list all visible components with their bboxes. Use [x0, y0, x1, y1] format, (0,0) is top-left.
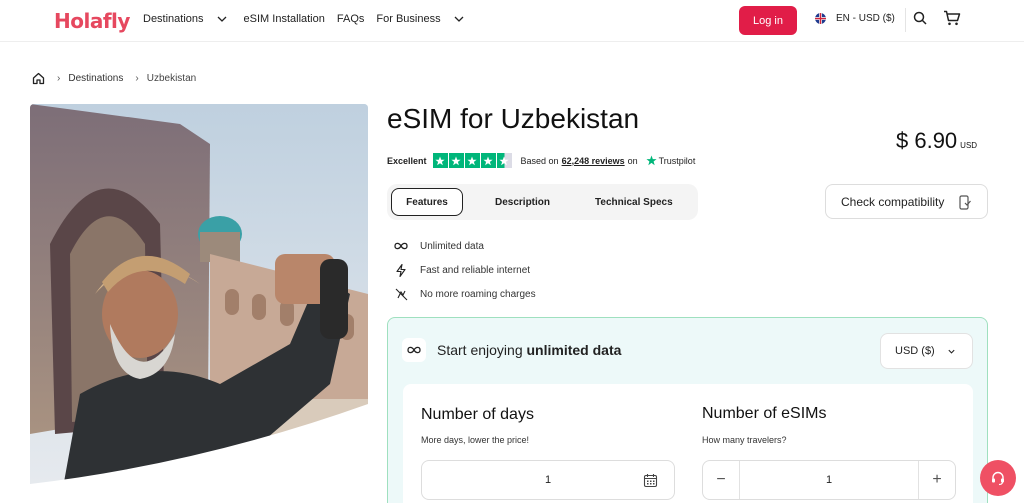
- main-nav: Destinations eSIM Installation FAQs For …: [143, 13, 477, 25]
- trustpilot-rating: Excellent Based on 62,248 reviews on Tru…: [387, 153, 695, 168]
- phone-check-icon: [959, 195, 971, 210]
- feature-label: No more roaming charges: [420, 288, 536, 300]
- nav-for-business[interactable]: For Business: [376, 13, 464, 25]
- feature-list: Unlimited data Fast and reliable interne…: [394, 234, 536, 306]
- rating-stars: [432, 153, 513, 168]
- search-icon[interactable]: [913, 11, 927, 25]
- tab-features[interactable]: Features: [391, 188, 463, 216]
- tab-technical-specs[interactable]: Technical Specs: [595, 188, 673, 216]
- no-roaming-icon: [395, 288, 407, 300]
- currency-select-value: USD ($): [895, 345, 935, 357]
- infinity-icon: [407, 346, 421, 354]
- days-input[interactable]: 1: [421, 460, 675, 500]
- price-currency: USD: [960, 141, 978, 150]
- header-divider: [905, 8, 906, 32]
- lightning-icon: [396, 263, 406, 277]
- feature-item: No more roaming charges: [394, 282, 536, 306]
- esims-value[interactable]: 1: [740, 474, 918, 486]
- check-compatibility-label: Check compatibility: [841, 194, 945, 209]
- calendar-icon[interactable]: [643, 473, 658, 488]
- increment-button[interactable]: +: [919, 461, 955, 499]
- esims-stepper: − 1 +: [702, 460, 956, 500]
- feature-label: Unlimited data: [420, 240, 484, 252]
- reviews-link[interactable]: 62,248 reviews: [562, 156, 625, 166]
- trustpilot-label: Trustpilot: [658, 155, 696, 166]
- nav-destinations-label: Destinations: [143, 13, 204, 25]
- infinity-icon: [394, 242, 408, 250]
- brand-logo[interactable]: Holafly: [54, 9, 130, 33]
- feature-label: Fast and reliable internet: [420, 264, 531, 276]
- uk-flag-icon: [815, 13, 826, 24]
- plan-title-bold: unlimited data: [526, 342, 622, 358]
- on-text: on: [627, 155, 638, 166]
- star-icon: [480, 153, 496, 168]
- nav-esim-installation-label: eSIM Installation: [243, 13, 325, 25]
- traveler-photo: [30, 104, 368, 503]
- tab-description[interactable]: Description: [495, 188, 550, 216]
- headset-icon: [992, 471, 1004, 486]
- product-title: eSIM for Uzbekistan: [387, 103, 640, 134]
- days-heading: Number of days: [421, 406, 534, 423]
- login-button[interactable]: Log in: [739, 6, 797, 35]
- half-star-icon: [496, 153, 512, 168]
- esims-heading: Number of eSIMs: [702, 405, 827, 422]
- decrement-button[interactable]: −: [703, 461, 739, 499]
- nav-destinations[interactable]: Destinations: [143, 13, 228, 25]
- chevron-down-icon: [217, 16, 227, 22]
- language-selector[interactable]: EN - USD ($): [815, 13, 895, 24]
- top-header: Holafly Destinations eSIM Installation F…: [0, 0, 1024, 42]
- language-label: EN - USD ($): [836, 13, 895, 24]
- price-value: $ 6.90: [896, 128, 958, 153]
- cart-icon[interactable]: [943, 10, 961, 26]
- trustpilot-logo[interactable]: Trustpilot: [646, 155, 696, 166]
- support-chat-button[interactable]: [980, 460, 1016, 496]
- feature-item: Fast and reliable internet: [394, 258, 536, 282]
- days-value: 1: [544, 474, 552, 486]
- based-on-text: Based on: [520, 155, 559, 166]
- feature-item: Unlimited data: [394, 234, 536, 258]
- chevron-down-icon: [948, 349, 955, 354]
- plan-icon: [402, 338, 426, 362]
- days-subtitle: More days, lower the price!: [421, 435, 530, 445]
- breadcrumb: › Destinations › Uzbekistan: [32, 72, 196, 85]
- rating-label: Excellent: [387, 155, 427, 166]
- chevron-right-icon: ›: [57, 73, 61, 84]
- chevron-down-icon: [454, 16, 464, 22]
- check-compatibility-button[interactable]: Check compatibility: [825, 184, 988, 219]
- plan-title: Start enjoying unlimited data: [437, 342, 621, 358]
- trustpilot-star-icon: [646, 155, 657, 166]
- nav-faqs-label: FAQs: [336, 13, 365, 25]
- star-icon: [432, 153, 448, 168]
- breadcrumb-destinations[interactable]: Destinations: [68, 73, 123, 84]
- nav-faqs[interactable]: FAQs: [337, 13, 365, 25]
- plan-options-card: Number of days More days, lower the pric…: [403, 384, 973, 503]
- currency-select[interactable]: USD ($): [880, 333, 973, 369]
- plan-configurator: Start enjoying unlimited data USD ($) Nu…: [387, 317, 988, 503]
- star-icon: [464, 153, 480, 168]
- plan-title-prefix: Start enjoying: [437, 342, 523, 358]
- hero-image: [30, 104, 368, 503]
- esims-subtitle: How many travelers?: [702, 435, 787, 445]
- star-icon: [448, 153, 464, 168]
- nav-esim-installation[interactable]: eSIM Installation: [244, 13, 325, 25]
- product-tabs: Features Description Technical Specs: [387, 184, 698, 220]
- nav-for-business-label: For Business: [376, 13, 441, 25]
- chevron-right-icon: ›: [135, 73, 139, 84]
- home-icon[interactable]: [32, 72, 45, 85]
- breadcrumb-current: Uzbekistan: [146, 73, 197, 84]
- product-price: $ 6.90 USD: [896, 128, 977, 154]
